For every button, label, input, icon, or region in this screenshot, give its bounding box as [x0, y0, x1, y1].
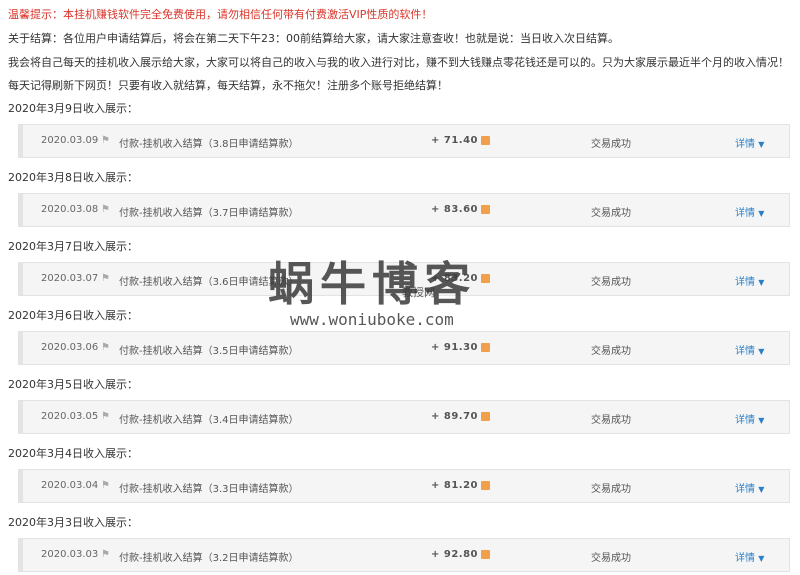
transaction-date: 2020.03.06	[41, 342, 99, 353]
watermark-url: www.woniuboke.com	[290, 310, 454, 329]
transaction-date: 2020.03.07	[41, 273, 99, 284]
section-title: 2020年3月8日收入展示：	[8, 171, 138, 184]
transaction-description: 付款-挂机收入结算（3.6日申请结算款）	[119, 277, 299, 288]
chevron-down-icon: ▼	[758, 278, 765, 287]
section-title: 2020年3月3日收入展示：	[8, 516, 138, 529]
transaction-row: 2020.03.05 ⚑ 付款-挂机收入结算（3.4日申请结算款） + 89.70 交易…	[18, 400, 790, 434]
transaction-status: 交易成功	[591, 553, 631, 564]
transaction-status: 交易成功	[591, 415, 631, 426]
transaction-date: 2020.03.09	[41, 135, 99, 146]
transaction-description: 付款-挂机收入结算（3.2日申请结算款）	[119, 553, 299, 564]
transaction-amount: + 83.60	[431, 204, 478, 215]
transaction-description: 付款-挂机收入结算（3.3日申请结算款）	[119, 484, 299, 495]
income-intro: 我会将自己每天的挂机收入展示给大家，大家可以将自己的收入与我的收入进行对比，赚不…	[8, 56, 789, 69]
section-title: 2020年3月9日收入展示：	[8, 102, 138, 115]
transaction-amount: + 89.70	[431, 411, 478, 422]
income-badge-icon	[481, 205, 490, 214]
settlement-info: 关于结算：各位用户申请结算后，将会在第二天下午23：00前结算给大家，请大家注意…	[8, 32, 619, 45]
income-badge-icon	[481, 412, 490, 421]
transaction-row: 2020.03.06 ⚑ 付款-挂机收入结算（3.5日申请结算款） + 91.30 交易…	[18, 331, 790, 365]
transaction-description: 付款-挂机收入结算（3.7日申请结算款）	[119, 208, 299, 219]
chevron-down-icon: ▼	[758, 140, 765, 149]
chevron-down-icon: ▼	[758, 209, 765, 218]
income-badge-icon	[481, 274, 490, 283]
details-link[interactable]: 详情 ▼	[735, 411, 764, 426]
transaction-status: 交易成功	[591, 484, 631, 495]
transaction-status: 交易成功	[591, 139, 631, 150]
transaction-amount: + 83.20	[431, 273, 478, 284]
transaction-description: 付款-挂机收入结算（3.4日申请结算款）	[119, 415, 299, 426]
details-link[interactable]: 详情 ▼	[735, 480, 764, 495]
details-label: 详情	[735, 277, 755, 288]
transaction-description: 付款-挂机收入结算（3.8日申请结算款）	[119, 139, 299, 150]
income-badge-icon	[481, 343, 490, 352]
section-title: 2020年3月7日收入展示：	[8, 240, 138, 253]
details-label: 详情	[735, 415, 755, 426]
transaction-status: 交易成功	[591, 346, 631, 357]
transaction-row: 2020.03.03 ⚑ 付款-挂机收入结算（3.2日申请结算款） + 92.80 交易…	[18, 538, 790, 572]
flag-icon[interactable]: ⚑	[101, 135, 110, 146]
transaction-row: 2020.03.08 ⚑ 付款-挂机收入结算（3.7日申请结算款） + 83.60 交易…	[18, 193, 790, 227]
chevron-down-icon: ▼	[758, 554, 765, 563]
details-label: 详情	[735, 139, 755, 150]
flag-icon[interactable]: ⚑	[101, 480, 110, 491]
section-title: 2020年3月4日收入展示：	[8, 447, 138, 460]
transaction-date: 2020.03.08	[41, 204, 99, 215]
details-link[interactable]: 详情 ▼	[735, 342, 764, 357]
chevron-down-icon: ▼	[758, 347, 765, 356]
transaction-row: 2020.03.07 ⚑ 付款-挂机收入结算（3.6日申请结算款） + 83.20 交易…	[18, 262, 790, 296]
refresh-reminder: 每天记得刷新下网页！只要有收入就结算，每天结算，永不拖欠！注册多个账号拒绝结算！	[8, 79, 448, 92]
details-link[interactable]: 详情 ▼	[735, 204, 764, 219]
section-title: 2020年3月6日收入展示：	[8, 309, 138, 322]
chevron-down-icon: ▼	[758, 485, 765, 494]
transaction-amount: + 92.80	[431, 549, 478, 560]
transaction-row: 2020.03.04 ⚑ 付款-挂机收入结算（3.3日申请结算款） + 81.20 交易…	[18, 469, 790, 503]
details-link[interactable]: 详情 ▼	[735, 273, 764, 288]
flag-icon[interactable]: ⚑	[101, 342, 110, 353]
flag-icon[interactable]: ⚑	[101, 273, 110, 284]
transaction-amount: + 91.30	[431, 342, 478, 353]
details-label: 详情	[735, 484, 755, 495]
transaction-date: 2020.03.03	[41, 549, 99, 560]
chevron-down-icon: ▼	[758, 416, 765, 425]
income-badge-icon	[481, 136, 490, 145]
details-label: 详情	[735, 346, 755, 357]
details-label: 详情	[735, 553, 755, 564]
transaction-row: 2020.03.09 ⚑ 付款-挂机收入结算（3.8日申请结算款） + 71.40 交易…	[18, 124, 790, 158]
details-label: 详情	[735, 208, 755, 219]
details-link[interactable]: 详情 ▼	[735, 549, 764, 564]
transaction-date: 2020.03.05	[41, 411, 99, 422]
flag-icon[interactable]: ⚑	[101, 411, 110, 422]
notice-text: 温馨提示：本挂机赚钱软件完全免费使用，请勿相信任何带有付费激活VIP性质的软件！	[8, 8, 433, 21]
section-title: 2020年3月5日收入展示：	[8, 378, 138, 391]
flag-icon[interactable]: ⚑	[101, 549, 110, 560]
transaction-description: 付款-挂机收入结算（3.5日申请结算款）	[119, 346, 299, 357]
transaction-date: 2020.03.04	[41, 480, 99, 491]
income-badge-icon	[481, 550, 490, 559]
transaction-amount: + 71.40	[431, 135, 478, 146]
transaction-status: 交易成功	[591, 208, 631, 219]
income-badge-icon	[481, 481, 490, 490]
flag-icon[interactable]: ⚑	[101, 204, 110, 215]
transaction-amount: + 81.20	[431, 480, 478, 491]
transaction-status: 交易成功	[591, 277, 631, 288]
details-link[interactable]: 详情 ▼	[735, 135, 764, 150]
